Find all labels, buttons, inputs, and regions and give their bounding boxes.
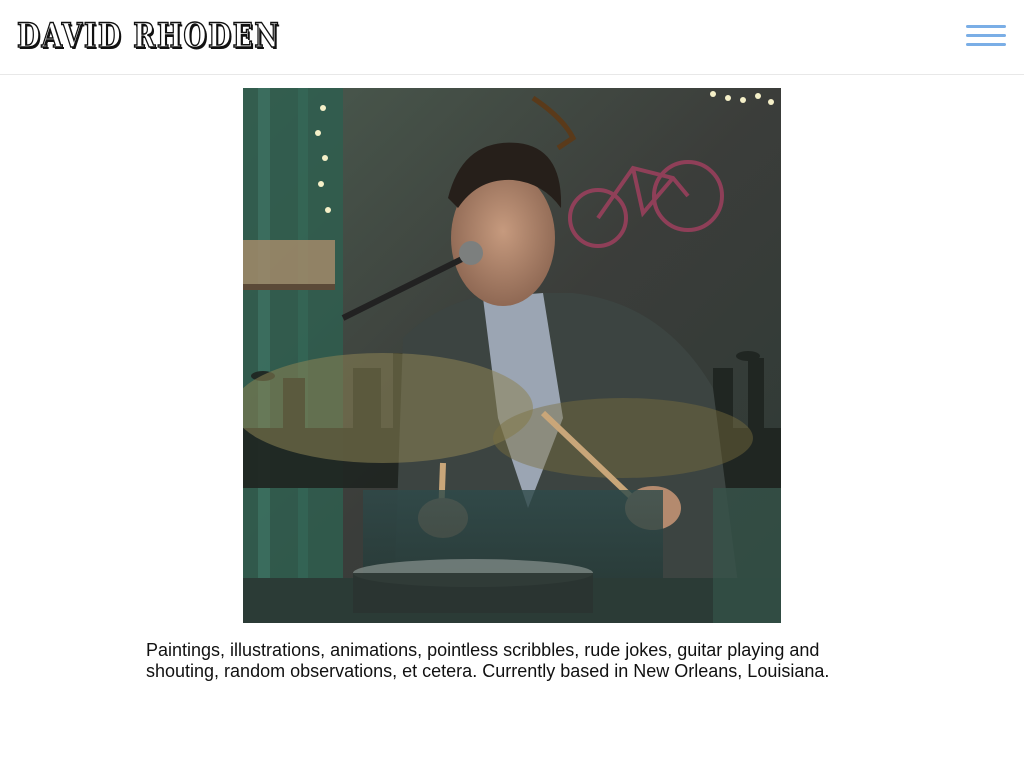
menu-line-top — [966, 25, 1006, 28]
hero-image — [243, 88, 781, 623]
menu-line-bottom — [966, 43, 1006, 46]
site-header: DAVID RHODEN — [0, 0, 1024, 75]
menu-line-middle — [966, 34, 1006, 37]
site-logo[interactable]: DAVID RHODEN — [16, 14, 280, 58]
hamburger-menu-icon[interactable] — [962, 22, 1008, 52]
bio-text: Paintings, illustrations, animations, po… — [146, 640, 830, 681]
